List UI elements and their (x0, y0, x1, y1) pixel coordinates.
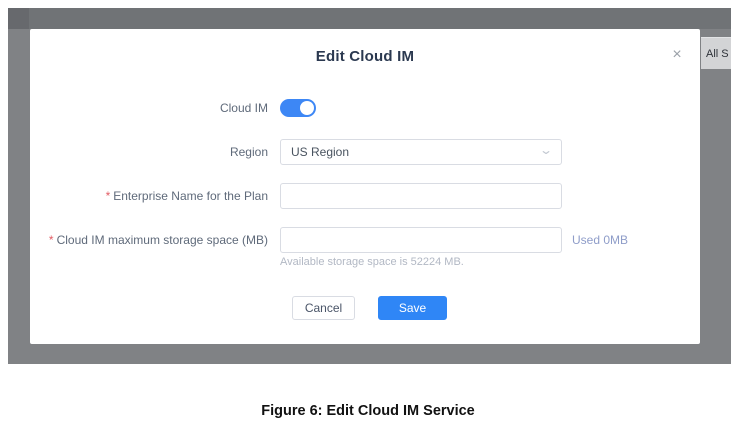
edit-cloud-im-dialog: Edit Cloud IM × Cloud IM Region US Regio… (30, 29, 700, 344)
required-asterisk: * (105, 189, 111, 203)
close-icon[interactable]: × (668, 46, 686, 64)
enterprise-name-input[interactable] (280, 183, 562, 209)
enterprise-name-row: * Enterprise Name for the Plan (30, 183, 700, 209)
cloud-im-label: Cloud IM (219, 101, 268, 115)
region-selected-value: US Region (291, 145, 350, 159)
chevron-down-icon: ⌄ (538, 143, 554, 157)
available-storage-helper: Available storage space is 52224 MB. (280, 256, 464, 268)
enterprise-name-label: * Enterprise Name for the Plan (30, 189, 268, 203)
cloud-im-toggle[interactable] (280, 99, 316, 117)
background-header-corner (8, 8, 29, 29)
figure-caption: Figure 6: Edit Cloud IM Service (261, 403, 475, 419)
storage-row: * Cloud IM maximum storage space (MB) Use… (30, 227, 700, 253)
used-storage-text: Used 0MB (572, 233, 629, 247)
storage-label-text: Cloud IM maximum storage space (MB) (56, 233, 268, 247)
embedded-screenshot: All S Edit Cloud IM × Cloud IM Region US… (8, 8, 731, 364)
storage-label: * Cloud IM maximum storage space (MB) (30, 233, 268, 247)
background-all-services-label: All S (706, 47, 729, 60)
save-button[interactable]: Save (378, 296, 447, 320)
background-all-services-partial: All S (701, 37, 731, 69)
dialog-actions: Cancel Save (292, 296, 447, 320)
cancel-button[interactable]: Cancel (292, 296, 355, 320)
enterprise-name-label-text: Enterprise Name for the Plan (113, 189, 268, 203)
background-header-bar (8, 8, 731, 29)
required-asterisk: * (48, 233, 54, 247)
region-select[interactable]: US Region ⌄ (280, 139, 562, 165)
region-label: Region (229, 145, 268, 159)
cloud-im-row: Cloud IM (30, 99, 700, 117)
storage-input[interactable] (280, 227, 562, 253)
dialog-title: Edit Cloud IM (315, 48, 415, 65)
toggle-knob (300, 101, 314, 115)
region-row: Region US Region ⌄ (30, 139, 700, 165)
